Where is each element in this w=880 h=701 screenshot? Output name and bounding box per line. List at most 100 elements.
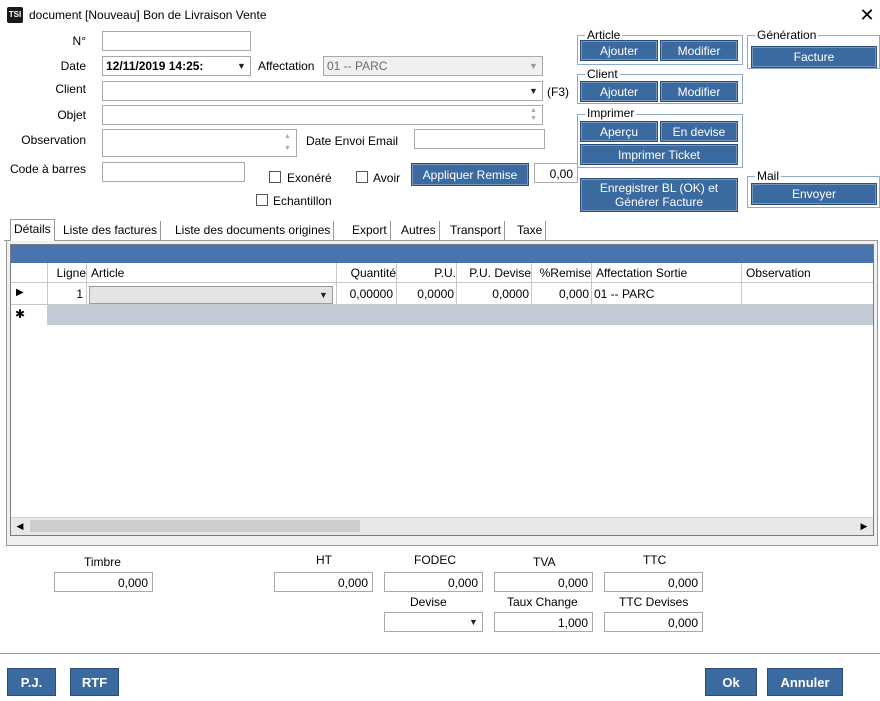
client-select[interactable]: ▼ bbox=[102, 81, 543, 101]
scroll-arrows-icon: ▲ ▼ bbox=[284, 133, 291, 152]
col-header-pu[interactable]: P.U. bbox=[397, 266, 456, 280]
objet-input[interactable]: ▲ ▼ bbox=[102, 105, 543, 125]
taux-change-label: Taux Change bbox=[507, 595, 578, 609]
avoir-label: Avoir bbox=[373, 171, 401, 185]
rtf-button[interactable]: RTF bbox=[70, 668, 119, 696]
new-row-icon: ✱ bbox=[15, 307, 26, 321]
client-edit-button[interactable]: Modifier bbox=[660, 81, 738, 102]
date-label: Date bbox=[60, 59, 86, 73]
scroll-left-icon[interactable]: ◀ bbox=[12, 518, 28, 534]
chevron-down-icon[interactable]: ▼ bbox=[526, 83, 541, 99]
ttc-input: 0,000 bbox=[604, 572, 703, 592]
date-picker[interactable]: 12/11/2019 14:25: ▼ bbox=[102, 56, 251, 76]
imprimer-group-title: Imprimer bbox=[585, 106, 637, 120]
ttc-devises-label: TTC Devises bbox=[619, 595, 689, 609]
tab-details[interactable]: Détails bbox=[10, 219, 55, 241]
mail-group-title: Mail bbox=[755, 169, 782, 183]
ht-input: 0,000 bbox=[274, 572, 373, 592]
close-icon[interactable]: ✕ bbox=[858, 5, 876, 25]
cell-remise[interactable]: 0,000 bbox=[532, 287, 589, 301]
client-shortcut: (F3) bbox=[547, 85, 569, 99]
devise-label: Devise bbox=[410, 595, 447, 609]
fodec-input: 0,000 bbox=[384, 572, 483, 592]
article-edit-button[interactable]: Modifier bbox=[660, 40, 738, 61]
annuler-button[interactable]: Annuler bbox=[767, 668, 843, 696]
article-cell-select[interactable]: ▼ bbox=[89, 286, 333, 304]
grid-group-band bbox=[11, 245, 873, 263]
apercu-button[interactable]: Aperçu bbox=[580, 121, 658, 142]
scrollbar-thumb[interactable] bbox=[30, 520, 360, 532]
col-header-remise[interactable]: %Remise bbox=[532, 266, 591, 280]
cell-quantite[interactable]: 0,00000 bbox=[337, 287, 393, 301]
col-header-ligne[interactable]: Ligne bbox=[48, 266, 86, 280]
remise-input[interactable]: 0,00 bbox=[534, 163, 578, 183]
observation-label: Observation bbox=[21, 133, 86, 147]
scroll-arrows-icon: ▲ ▼ bbox=[530, 107, 537, 122]
taux-change-input[interactable]: 1,000 bbox=[494, 612, 593, 632]
timbre-input[interactable]: 0,000 bbox=[54, 572, 153, 592]
numero-label: N° bbox=[72, 34, 86, 48]
enregistrer-line-1: Enregistrer BL (OK) et bbox=[599, 181, 719, 195]
new-row[interactable] bbox=[47, 305, 873, 325]
appliquer-remise-button[interactable]: Appliquer Remise bbox=[411, 163, 529, 186]
scroll-right-icon[interactable]: ▶ bbox=[856, 518, 872, 534]
code-barres-label: Code à barres bbox=[9, 162, 86, 176]
tab-export[interactable]: Export bbox=[349, 221, 391, 241]
chevron-down-icon[interactable]: ▼ bbox=[234, 58, 249, 74]
code-barres-input[interactable] bbox=[102, 162, 245, 182]
client-label: Client bbox=[55, 82, 86, 96]
tva-label: TVA bbox=[533, 555, 556, 569]
chevron-down-icon[interactable]: ▼ bbox=[466, 614, 481, 630]
col-header-observation[interactable]: Observation bbox=[746, 266, 872, 280]
affectation-label: Affectation bbox=[258, 59, 315, 73]
col-header-quantite[interactable]: Quantité bbox=[337, 266, 396, 280]
imprimer-ticket-button[interactable]: Imprimer Ticket bbox=[580, 144, 738, 165]
col-header-article[interactable]: Article bbox=[91, 266, 331, 280]
echantillon-checkbox[interactable] bbox=[256, 194, 268, 206]
cell-ligne: 1 bbox=[76, 287, 83, 301]
affectation-select: 01 -- PARC ▼ bbox=[323, 56, 543, 76]
fodec-label: FODEC bbox=[414, 553, 456, 567]
enregistrer-generer-button[interactable]: Enregistrer BL (OK) et Générer Facture bbox=[580, 178, 738, 212]
cell-affectation[interactable]: 01 -- PARC bbox=[594, 287, 740, 301]
ttc-label: TTC bbox=[643, 553, 667, 567]
en-devise-button[interactable]: En devise bbox=[660, 121, 738, 142]
footer-divider bbox=[0, 653, 880, 654]
observation-textarea[interactable]: ▲ ▼ bbox=[102, 129, 297, 157]
pj-button[interactable]: P.J. bbox=[7, 668, 56, 696]
app-icon: TSI bbox=[7, 7, 23, 23]
cell-pu[interactable]: 0,0000 bbox=[397, 287, 454, 301]
tab-transport[interactable]: Transport bbox=[447, 221, 505, 241]
numero-input[interactable] bbox=[102, 31, 251, 51]
exonere-label: Exonéré bbox=[287, 171, 332, 185]
date-envoi-input[interactable] bbox=[414, 129, 545, 149]
article-add-button[interactable]: Ajouter bbox=[580, 40, 658, 61]
envoyer-button[interactable]: Envoyer bbox=[751, 183, 877, 205]
ok-button[interactable]: Ok bbox=[705, 668, 757, 696]
avoir-checkbox[interactable] bbox=[356, 171, 368, 183]
cell-pu-devise[interactable]: 0,0000 bbox=[457, 287, 529, 301]
generation-group-title: Génération bbox=[755, 28, 819, 42]
col-header-pu-devise[interactable]: P.U. Devise bbox=[457, 266, 531, 280]
chevron-down-icon: ▼ bbox=[529, 61, 538, 71]
devise-select[interactable]: ▼ bbox=[384, 612, 483, 632]
tab-documents-origines[interactable]: Liste des documents origines bbox=[172, 221, 335, 241]
tab-taxe[interactable]: Taxe bbox=[514, 221, 547, 241]
echantillon-label: Echantillon bbox=[273, 194, 332, 208]
date-envoi-label: Date Envoi Email bbox=[306, 134, 399, 148]
current-row-icon: ▶ bbox=[16, 287, 24, 298]
timbre-label: Timbre bbox=[84, 555, 121, 569]
tab-autres[interactable]: Autres bbox=[398, 221, 440, 241]
tva-input: 0,000 bbox=[494, 572, 593, 592]
ttc-devises-input: 0,000 bbox=[604, 612, 703, 632]
window-title: document [Nouveau] Bon de Livraison Vent… bbox=[29, 8, 267, 22]
col-header-affectation[interactable]: Affectation Sortie bbox=[596, 266, 740, 280]
objet-label: Objet bbox=[57, 108, 86, 122]
ht-label: HT bbox=[316, 553, 332, 567]
chevron-down-icon[interactable]: ▼ bbox=[316, 287, 331, 303]
facture-button[interactable]: Facture bbox=[751, 46, 877, 68]
client-add-button[interactable]: Ajouter bbox=[580, 81, 658, 102]
tab-factures[interactable]: Liste des factures bbox=[60, 221, 162, 241]
client-group-title: Client bbox=[585, 67, 620, 81]
exonere-checkbox[interactable] bbox=[269, 171, 281, 183]
